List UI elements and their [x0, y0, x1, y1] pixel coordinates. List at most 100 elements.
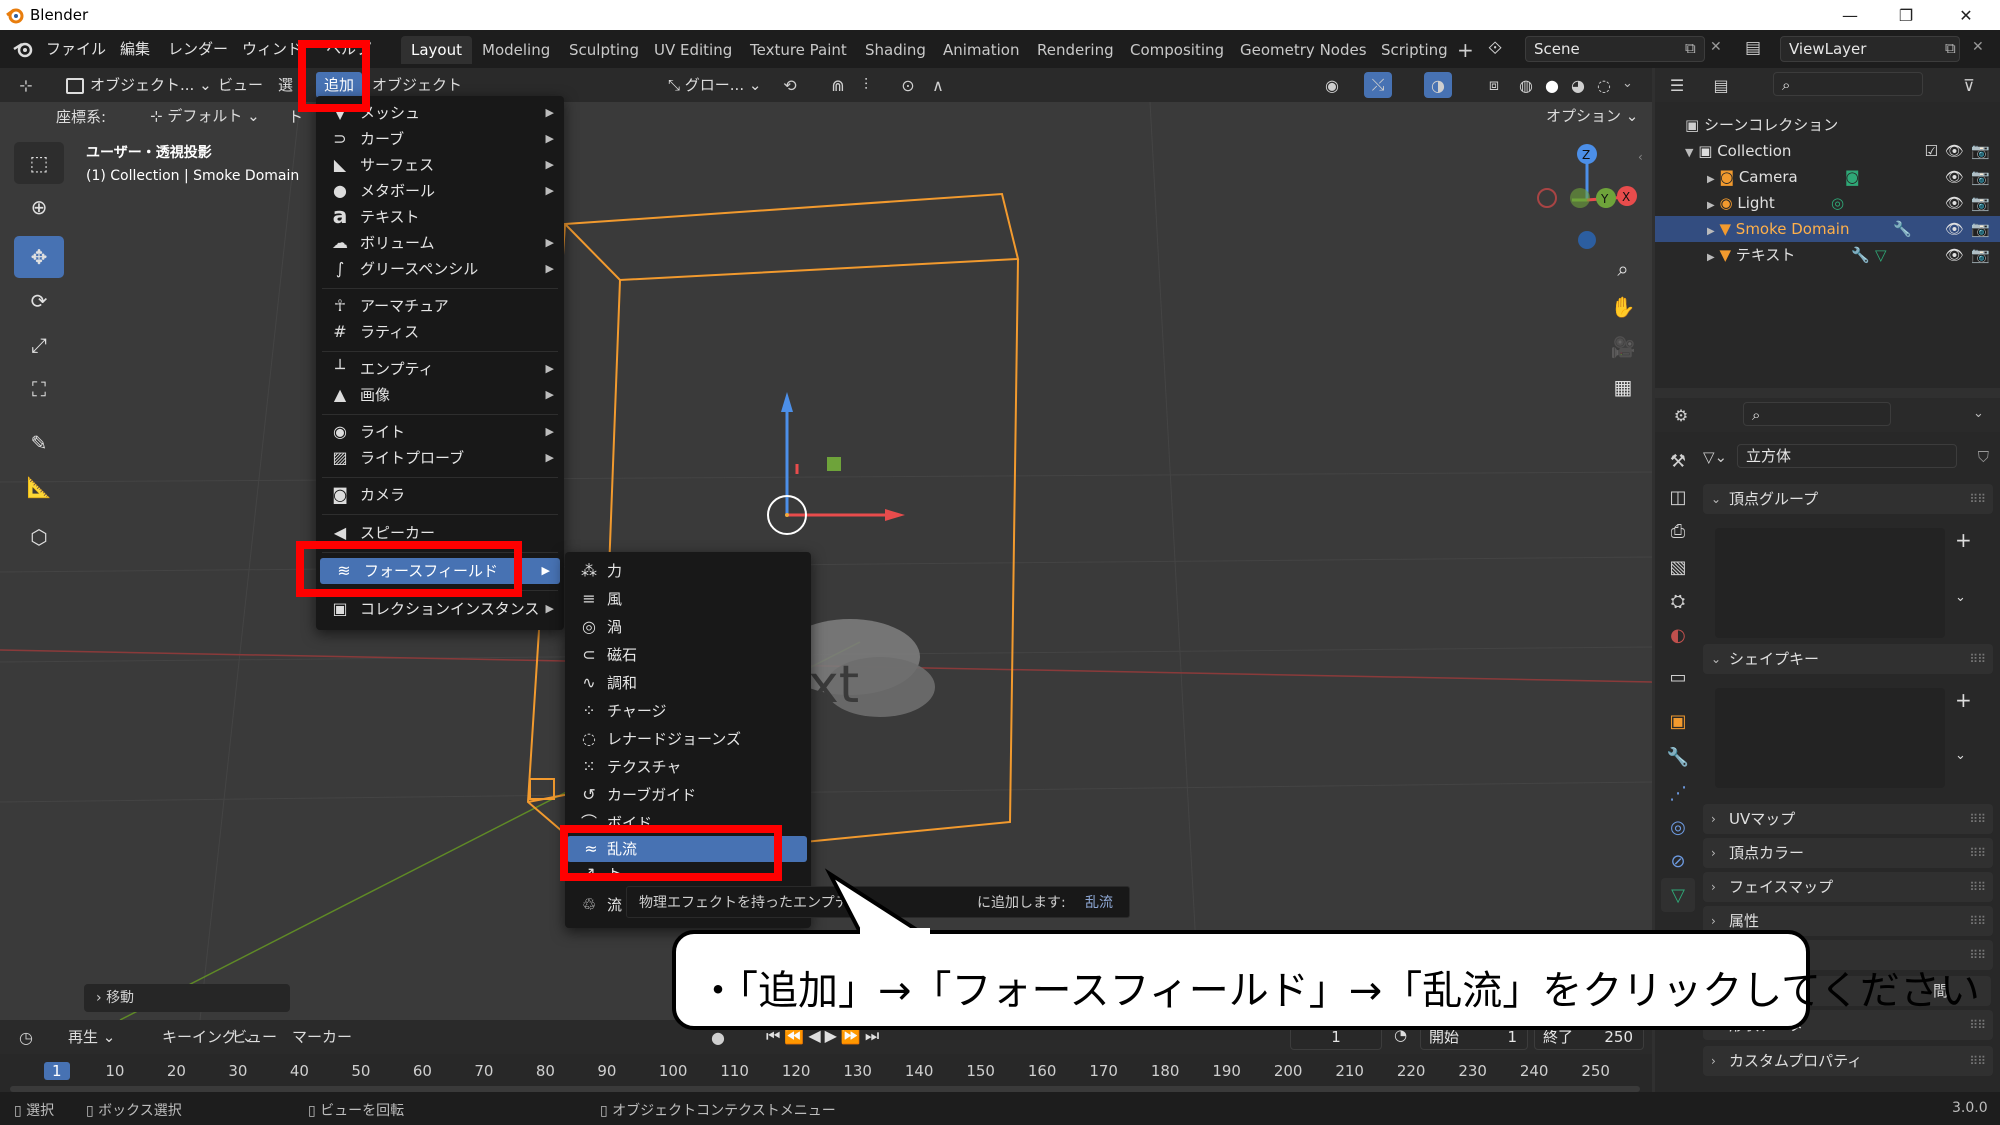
measure-tool[interactable]: 📐 — [14, 466, 64, 508]
transform-orientation[interactable]: ⤡ グロー... ⌄ — [668, 72, 761, 98]
pan-hand-icon[interactable]: ✋ — [1606, 290, 1640, 324]
move-tool[interactable]: ✥ — [14, 236, 64, 278]
add-vertex-group-icon[interactable]: + — [1955, 528, 1972, 552]
snap-target-icon[interactable]: ⫶ — [852, 72, 880, 98]
sidebar-toggle-icon[interactable]: ‹ — [1638, 150, 1643, 164]
tool-tab-icon[interactable]: ⚒ — [1661, 444, 1695, 478]
blender-menu-icon[interactable] — [12, 39, 34, 59]
zoom-icon[interactable]: ⌕ — [1606, 252, 1640, 286]
render-camera-icon[interactable]: 📷 — [1971, 190, 1990, 216]
shading-options-icon[interactable]: ⌄ — [1622, 76, 1633, 91]
outliner-row-scene-collection[interactable]: ▣ シーンコレクション — [1655, 112, 2000, 138]
submenu-item-vortex[interactable]: ◎ 渦 — [565, 614, 811, 640]
tab-scripting[interactable]: Scripting — [1371, 36, 1458, 64]
menu-item-surface[interactable]: ◣ サーフェス ▶ — [316, 152, 564, 178]
falloff-icon[interactable]: ∧ — [924, 72, 952, 98]
add-workspace-icon[interactable]: + — [1457, 38, 1474, 62]
view-layer-field[interactable]: ViewLayer — [1780, 36, 1960, 62]
tab-uv-editing[interactable]: UV Editing — [644, 36, 742, 64]
submenu-item-texture[interactable]: ⁙ テクスチャ — [565, 754, 811, 780]
tab-animation[interactable]: Animation — [933, 36, 1029, 64]
tab-rendering[interactable]: Rendering — [1027, 36, 1124, 64]
shading-solid-icon[interactable]: ● — [1538, 72, 1566, 98]
panel-face-maps[interactable]: › フェイスマップ ⠿⠿ — [1703, 872, 1993, 902]
tab-geometry-nodes[interactable]: Geometry Nodes — [1230, 36, 1377, 64]
menu-item-text[interactable]: a テキスト — [316, 204, 564, 230]
panel-vertex-colors[interactable]: › 頂点カラー ⠿⠿ — [1703, 838, 1993, 868]
view-layer-tab-icon[interactable]: ▧ — [1661, 550, 1695, 584]
panel-shape-keys[interactable]: ⌄ シェイプキー ⠿⠿ — [1703, 644, 1993, 674]
menu-playback[interactable]: 再生 ⌄ — [68, 1026, 115, 1047]
menu-window[interactable]: ウィンド — [242, 30, 302, 68]
menu-item-volume[interactable]: ☁ ボリューム ▶ — [316, 230, 564, 256]
menu-item-camera[interactable]: ◙ カメラ — [316, 482, 564, 508]
eye-icon[interactable]: 👁 — [1945, 164, 1964, 190]
panel-vertex-groups[interactable]: ⌄ 頂点グループ ⠿⠿ — [1703, 484, 1993, 514]
minimize-button[interactable]: — — [1820, 0, 1880, 30]
menu-view[interactable]: ビュー — [218, 68, 263, 102]
particles-tab-icon[interactable]: ⋰ — [1661, 776, 1695, 810]
menu-item-curve[interactable]: ⊃ カーブ ▶ — [316, 126, 564, 152]
fake-user-shield-icon[interactable]: ⛉ — [1978, 444, 1989, 470]
menu-item-lattice[interactable]: # ラティス — [316, 319, 564, 345]
panel-custom-properties[interactable]: › カスタムプロパティ ⠿⠿ — [1703, 1046, 1993, 1076]
submenu-item-wind[interactable]: ≡ 風 — [565, 586, 811, 612]
render-tab-icon[interactable]: ◫ — [1661, 480, 1695, 514]
shading-rendered-icon[interactable]: ◌ — [1590, 72, 1618, 98]
scene-field[interactable]: Scene — [1525, 36, 1705, 62]
panel-uv-maps[interactable]: › UVマップ ⠿⠿ — [1703, 804, 1993, 834]
render-camera-icon[interactable]: 📷 — [1971, 138, 1990, 164]
tab-layout[interactable]: Layout — [401, 36, 472, 64]
outliner-editor-type-icon[interactable]: ☰ — [1663, 72, 1691, 98]
shape-key-menu-icon[interactable]: ⌄ — [1955, 748, 1966, 763]
shading-wireframe-icon[interactable]: ◍ — [1512, 72, 1540, 98]
camera-view-icon[interactable]: 🎥 — [1606, 330, 1640, 364]
modifier-tab-icon[interactable]: 🔧 — [1661, 740, 1695, 774]
cursor-tool[interactable]: ⊕ — [14, 186, 64, 228]
render-camera-icon[interactable]: 📷 — [1971, 216, 1990, 242]
scene-selector-icon[interactable]: ⟐ — [1488, 38, 1502, 59]
tab-compositing[interactable]: Compositing — [1120, 36, 1234, 64]
menu-render[interactable]: レンダー — [168, 30, 228, 68]
maximize-button[interactable]: ❐ — [1876, 0, 1936, 30]
scene-copy-icon[interactable]: ⧉ — [1685, 39, 1696, 57]
scene-tab-icon[interactable]: ⛭ — [1661, 584, 1695, 618]
eye-icon[interactable]: 👁 — [1945, 216, 1964, 242]
add-cube-tool[interactable]: ⬡ — [14, 516, 64, 558]
shading-material-icon[interactable]: ◕ — [1564, 72, 1592, 98]
last-operator-panel[interactable]: › 移動 — [84, 984, 290, 1012]
navigation-gizmo[interactable]: Z X Y — [1530, 140, 1652, 270]
menu-item-collection-instance[interactable]: ▣ コレクションインスタンス ▶ — [316, 596, 564, 622]
menu-marker[interactable]: マーカー — [292, 1026, 352, 1047]
expand-icon[interactable]: ▶ — [1707, 252, 1715, 263]
view-layer-copy-icon[interactable]: ⧉ — [1945, 39, 1956, 57]
menu-item-empty[interactable]: ┴ エンプティ ▶ — [316, 356, 564, 382]
properties-options-icon[interactable]: ⌄ — [1973, 406, 1984, 421]
vertex-group-list[interactable] — [1715, 528, 1945, 638]
filter-icon[interactable]: ⊽ — [1955, 72, 1983, 98]
menu-edit[interactable]: 編集 — [120, 30, 150, 68]
view-layer-icon[interactable]: ▤ — [1745, 38, 1761, 58]
menu-file[interactable]: ファイル — [46, 30, 106, 68]
submenu-item-charge[interactable]: ⁘ チャージ — [565, 698, 811, 724]
physics-tab-icon[interactable]: ◎ — [1661, 810, 1695, 844]
expand-icon[interactable]: ▶ — [1707, 200, 1715, 211]
options-dropdown[interactable]: オプション ⌄ — [1546, 104, 1638, 128]
outliner-search[interactable]: ⌕ — [1773, 72, 1923, 96]
expand-icon[interactable]: ▼ — [1685, 146, 1693, 159]
data-tab-icon[interactable]: ▽ — [1661, 878, 1695, 912]
render-camera-icon[interactable]: 📷 — [1971, 164, 1990, 190]
ortho-grid-icon[interactable]: ▦ — [1606, 370, 1640, 404]
tab-shading[interactable]: Shading — [855, 36, 936, 64]
rotate-tool[interactable]: ⟳ — [14, 280, 64, 322]
menu-item-metaball[interactable]: ● メタボール ▶ — [316, 178, 564, 204]
annotate-tool[interactable]: ✎ — [14, 422, 64, 464]
render-camera-icon[interactable]: 📷 — [1971, 242, 1990, 268]
object-tab-icon[interactable]: ▣ — [1661, 704, 1695, 738]
visibility-icon[interactable]: ◉ — [1318, 72, 1346, 98]
outliner-row-collection[interactable]: ▼ ▣ Collection ☑ 👁 📷 — [1655, 138, 2000, 164]
xray-icon[interactable]: ⧈ — [1480, 72, 1508, 98]
transform-tool[interactable]: ⛶ — [14, 368, 64, 410]
world-tab-icon[interactable]: ◐ — [1661, 618, 1695, 652]
menu-item-grease-pencil[interactable]: ∫ グリースペンシル ▶ — [316, 256, 564, 282]
